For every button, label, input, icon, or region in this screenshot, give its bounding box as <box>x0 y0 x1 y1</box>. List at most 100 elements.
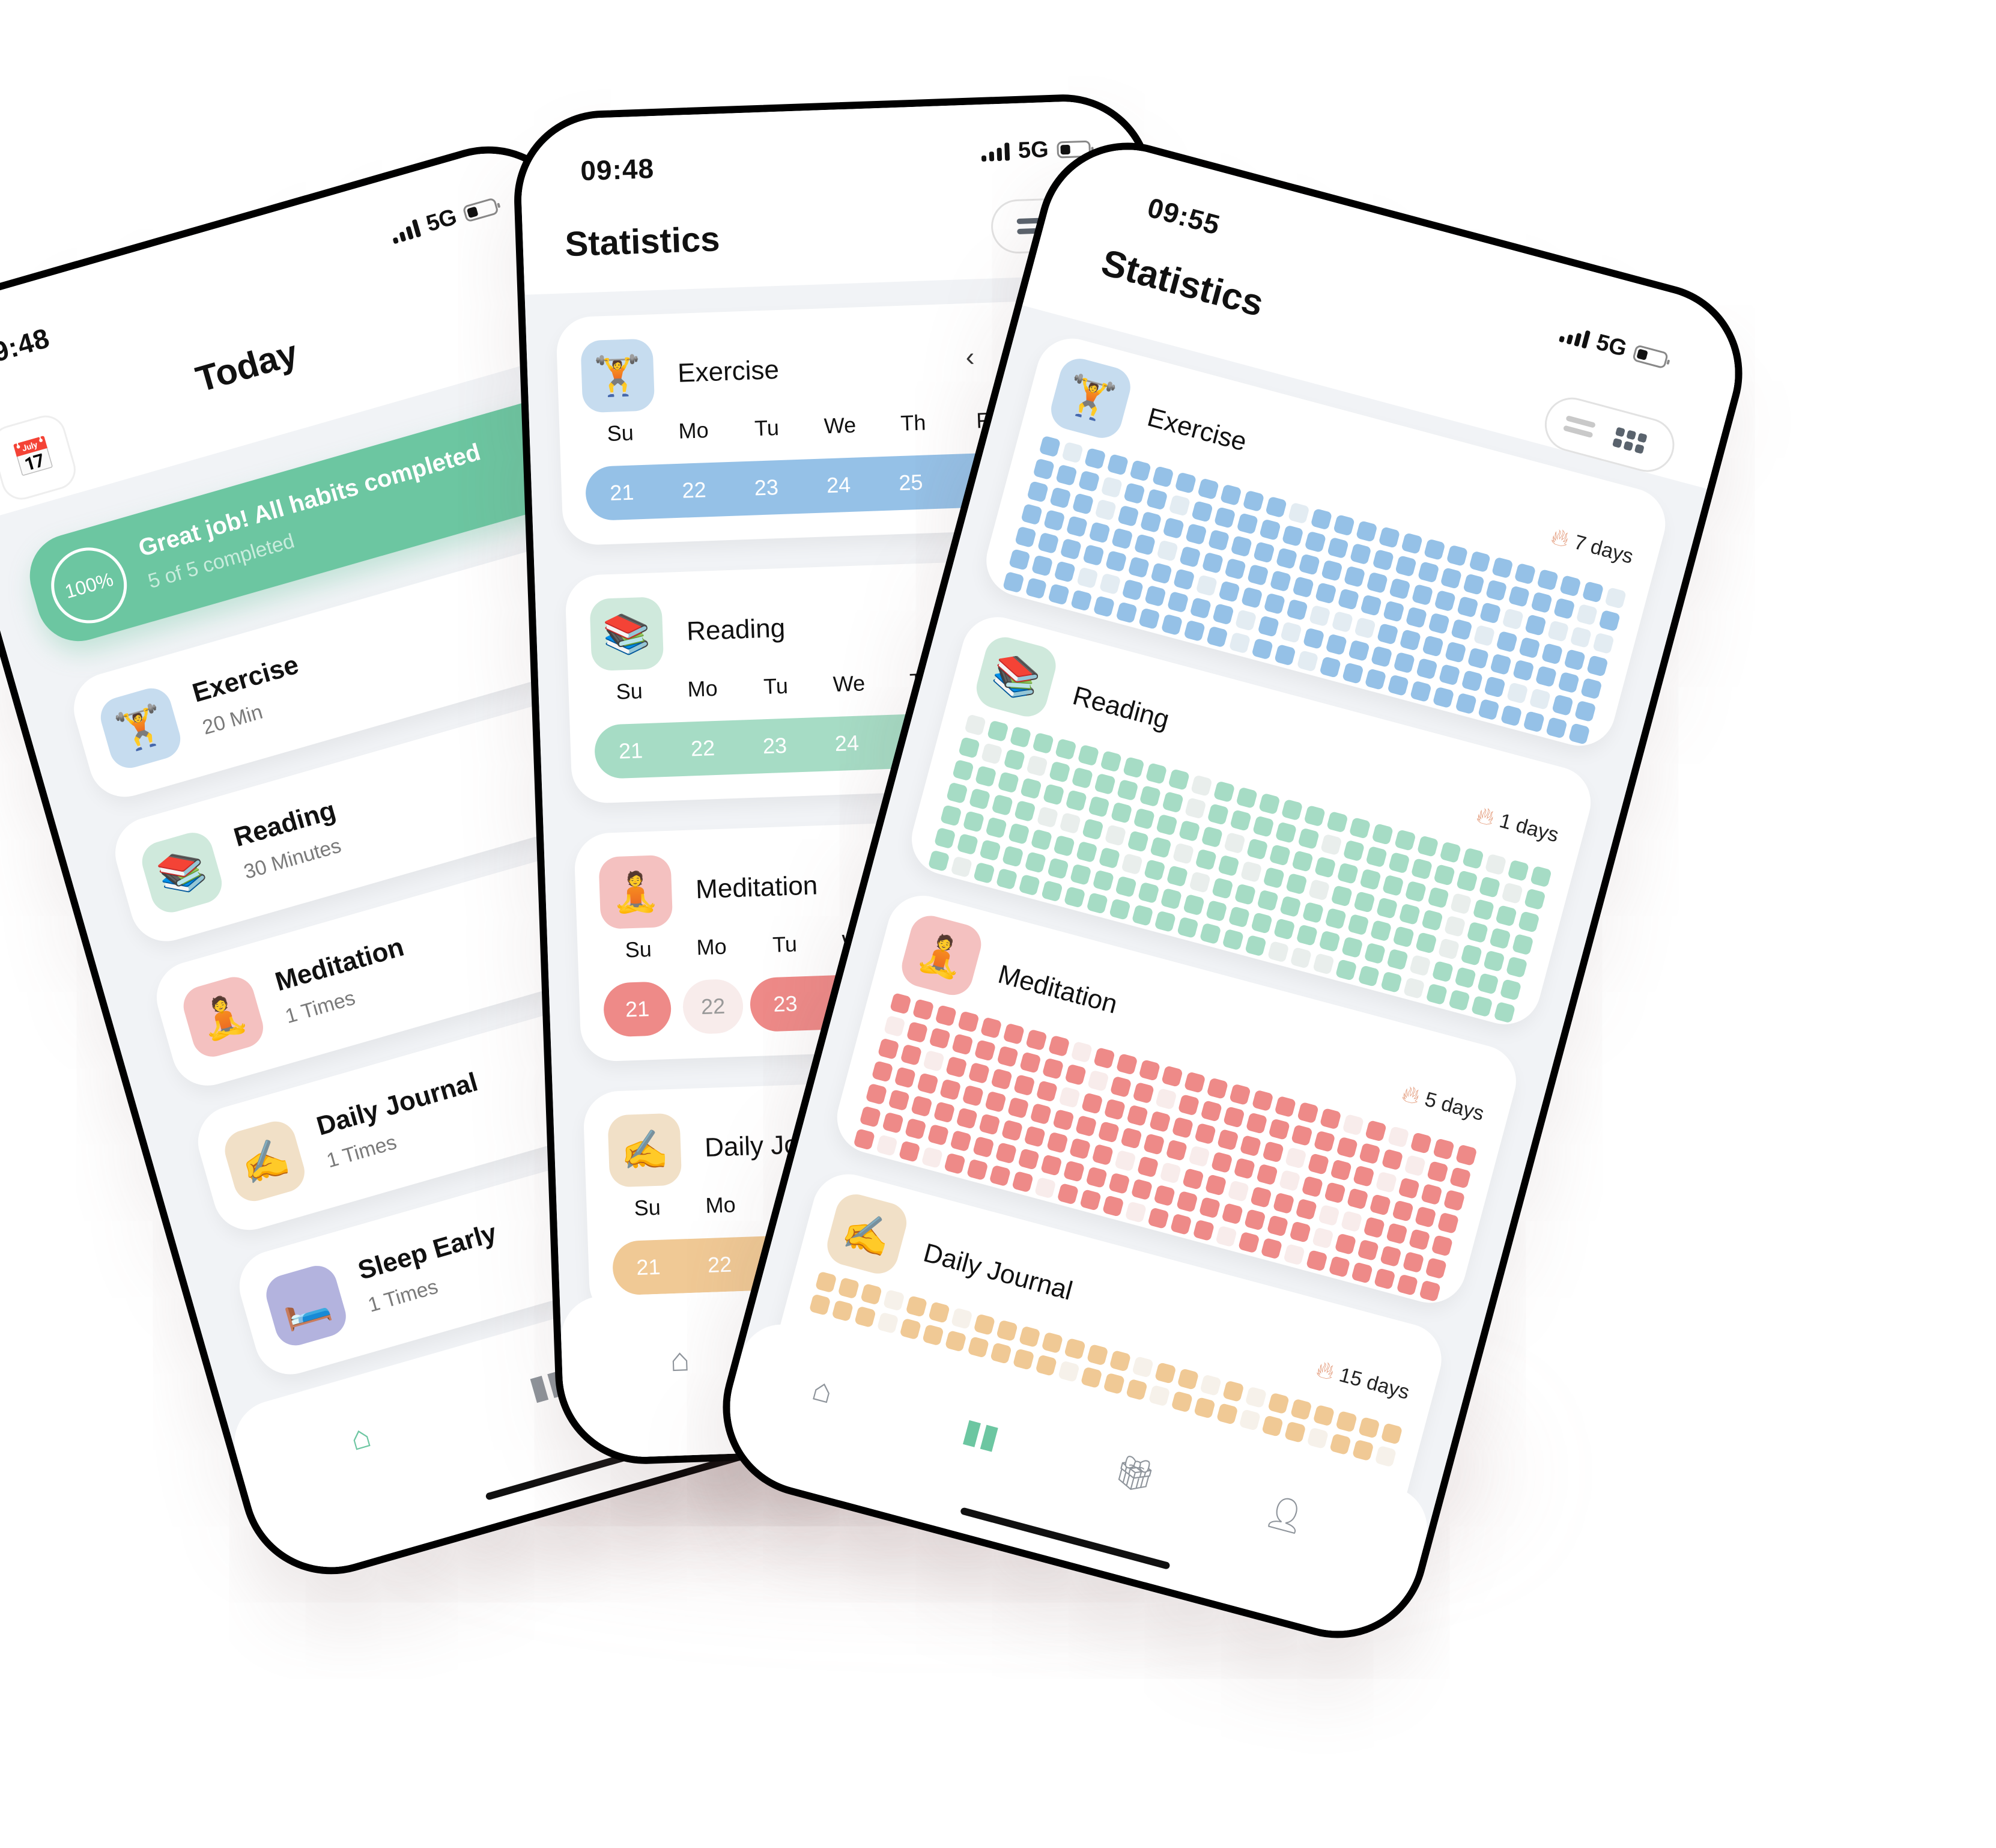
heatmap-cell <box>888 1089 911 1111</box>
heatmap-cell <box>958 737 980 759</box>
heatmap-cell <box>1054 561 1076 583</box>
heatmap-cell <box>1284 1421 1306 1444</box>
gift-icon[interactable]: 🎁︎ <box>1110 1451 1160 1498</box>
weekday-label: Su <box>624 936 652 962</box>
habit-emoji-icon: ✍️ <box>838 1206 896 1261</box>
heatmap-cell <box>1252 815 1275 838</box>
heatmap-cell <box>1109 1075 1132 1098</box>
streak-badge: 🔥︎ 7 days <box>1548 523 1636 571</box>
date-cell[interactable]: 22 <box>666 735 739 762</box>
home-icon[interactable]: ⌂ <box>808 1370 837 1411</box>
heatmap-cell <box>1392 925 1415 948</box>
date-cell[interactable]: 21 <box>612 1253 684 1281</box>
heatmap-cell <box>1242 490 1265 512</box>
heatmap-cell <box>1098 846 1121 869</box>
heatmap-cell <box>1331 610 1354 633</box>
heatmap-cell <box>1093 1047 1115 1069</box>
heatmap-cell <box>1194 1122 1216 1145</box>
heatmap-cell <box>1427 886 1449 909</box>
heatmap-cell <box>1399 629 1422 651</box>
calendar-button[interactable]: 📅 <box>0 410 80 505</box>
habit-goal: 20 Min <box>199 700 265 740</box>
heatmap-cell <box>1145 488 1168 511</box>
date-cell[interactable]: 25 <box>874 469 947 496</box>
date-cell[interactable]: 22 <box>658 476 731 504</box>
heatmap-cell <box>1274 1095 1297 1118</box>
heatmap-cell <box>1360 594 1383 616</box>
heatmap-cell <box>1467 647 1490 670</box>
prev-week-button[interactable]: ‹ <box>965 342 975 372</box>
heatmap-cell <box>1081 1092 1103 1114</box>
heatmap-cell <box>1183 893 1205 916</box>
heatmap-cell <box>1075 840 1098 863</box>
heatmap-cell <box>1411 583 1434 606</box>
date-cell[interactable]: 21 <box>585 479 658 506</box>
heatmap-cell <box>933 1101 956 1123</box>
heatmap-cell <box>1376 622 1399 645</box>
heatmap-cell <box>1281 524 1304 547</box>
heatmap-cell <box>1423 538 1446 561</box>
heatmap-cell <box>1165 1139 1188 1162</box>
grid-view-icon[interactable] <box>1612 427 1648 454</box>
date-cell[interactable]: 21 <box>603 995 671 1023</box>
heatmap-cell <box>1145 762 1168 785</box>
heatmap-cell <box>1485 579 1508 602</box>
heatmap-cell <box>1223 1106 1245 1128</box>
heatmap-cell <box>854 1305 876 1328</box>
date-cell[interactable]: 22 <box>684 1251 756 1278</box>
stats-icon[interactable]: ▮▮ <box>959 1411 1004 1456</box>
progress-ring: 100% <box>42 538 136 633</box>
heatmap-cell <box>1302 901 1324 924</box>
home-icon[interactable]: ⌂ <box>669 1341 691 1379</box>
heatmap-cell <box>1075 1114 1097 1137</box>
heatmap-cell <box>962 1084 984 1107</box>
weekday-label: Su <box>615 678 643 704</box>
heatmap-cell <box>890 992 912 1015</box>
date-cell[interactable]: 21 <box>594 737 667 765</box>
heatmap-cell <box>1188 1145 1210 1168</box>
heatmap-cell <box>1250 1186 1272 1209</box>
heatmap-cell <box>1097 1120 1120 1143</box>
heatmap-cell <box>1292 576 1315 598</box>
heatmap-cell <box>1289 1221 1312 1243</box>
heatmap-cell <box>1032 732 1055 755</box>
home-icon[interactable]: ⌂ <box>346 1417 375 1459</box>
heatmap-cell <box>1042 1057 1064 1080</box>
heatmap-cell <box>1305 1249 1328 1272</box>
heatmap-cell <box>1078 470 1100 493</box>
heatmap-cell <box>1194 1396 1216 1419</box>
flame-icon: 🔥︎ <box>1399 1080 1424 1110</box>
heatmap-cell <box>1139 511 1162 533</box>
heatmap-cell <box>1191 500 1213 523</box>
heatmap-cell <box>1175 1190 1198 1213</box>
date-cell[interactable]: 22 <box>682 993 743 1020</box>
list-view-icon[interactable] <box>1562 415 1596 439</box>
heatmap-cell <box>1462 847 1484 870</box>
heatmap-cell <box>1174 472 1197 494</box>
date-cell[interactable]: 23 <box>750 990 821 1018</box>
date-cell[interactable]: 23 <box>738 732 811 759</box>
profile-icon[interactable]: 👤︎ <box>1261 1491 1311 1539</box>
heatmap-cell <box>1380 1245 1402 1268</box>
date-missed: 22 <box>682 978 744 1035</box>
weekday-label: We <box>833 670 866 697</box>
heatmap-cell <box>1437 1212 1460 1235</box>
heatmap-cell <box>1291 1124 1313 1147</box>
date-cell[interactable]: 24 <box>802 472 875 499</box>
heatmap-cell <box>1003 1023 1025 1045</box>
heatmap-cell <box>935 1005 957 1027</box>
heatmap-cell <box>1304 530 1327 553</box>
heatmap-cell <box>1499 979 1522 1001</box>
heatmap-cell <box>1466 921 1489 944</box>
date-cell[interactable]: 23 <box>730 474 803 502</box>
heatmap-cell <box>1342 662 1364 684</box>
heatmap-cell <box>1330 1159 1353 1181</box>
heatmap-cell <box>1002 571 1025 594</box>
heatmap-cell <box>877 1038 900 1060</box>
heatmap-cell <box>1275 821 1297 844</box>
heatmap-cell <box>1455 870 1478 892</box>
heatmap-cell <box>1281 798 1303 821</box>
date-cell[interactable]: 24 <box>810 729 883 757</box>
weekday-row: SuMoTuWeTh <box>592 667 959 705</box>
heatmap-cell <box>1100 750 1123 773</box>
